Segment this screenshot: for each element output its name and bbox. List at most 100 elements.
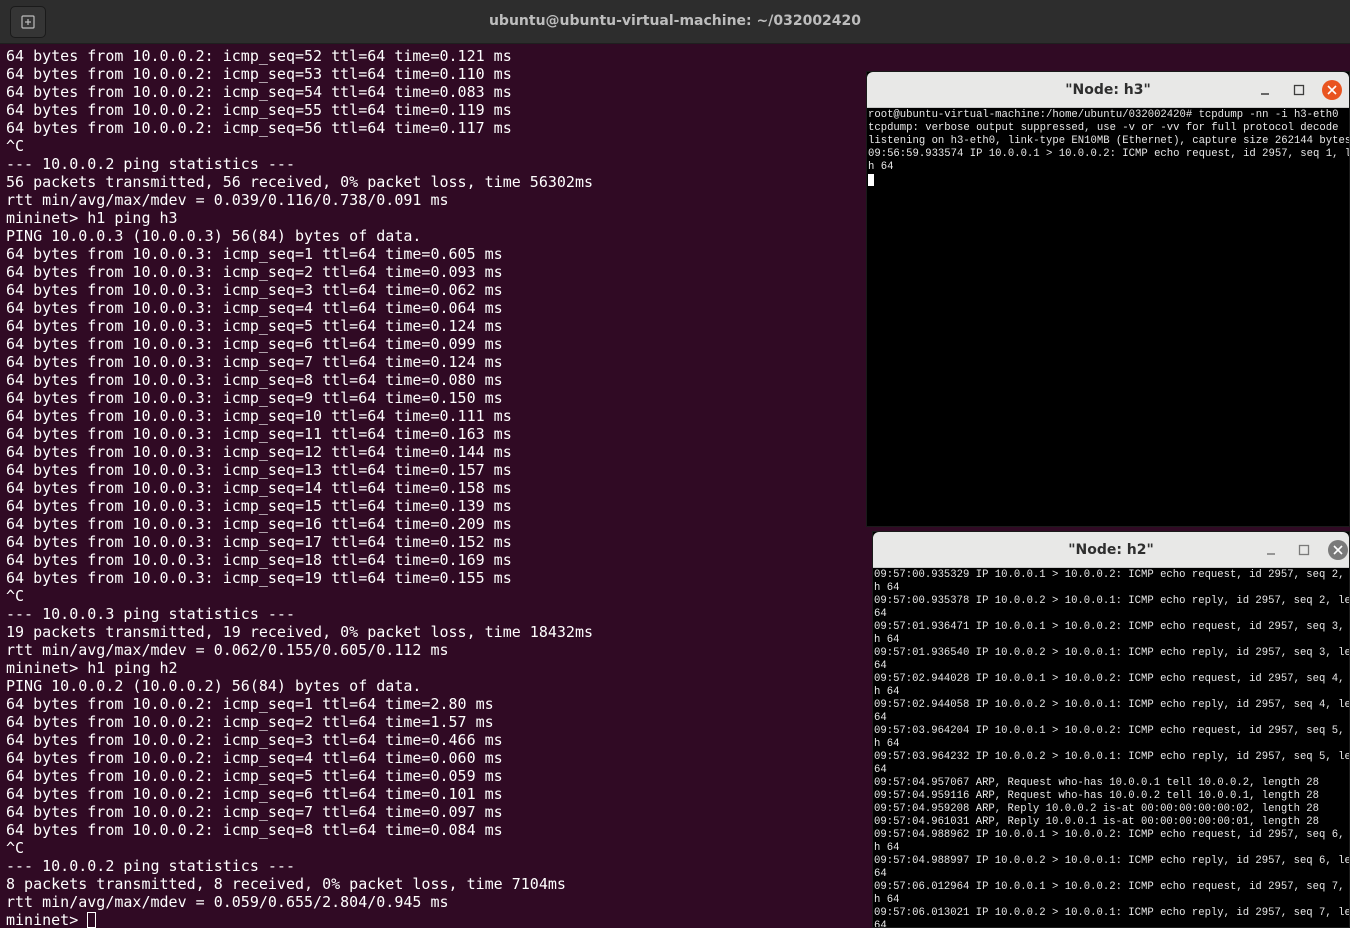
node-h3-output[interactable]: root@ubuntu-virtual-machine:/home/ubuntu… bbox=[867, 109, 1349, 526]
window-title: ubuntu@ubuntu-virtual-machine: ~/0320024… bbox=[488, 13, 862, 29]
terminal-line: 09:57:04.988962 IP 10.0.0.1 > 10.0.0.2: … bbox=[874, 829, 1349, 841]
terminal-line: 64 bytes from 10.0.0.3: icmp_seq=17 ttl=… bbox=[6, 533, 512, 551]
terminal-line: 64 bytes from 10.0.0.3: icmp_seq=4 ttl=6… bbox=[6, 299, 503, 317]
terminal-line: --- 10.0.0.3 ping statistics --- bbox=[6, 605, 295, 623]
terminal-line: 64 bytes from 10.0.0.2: icmp_seq=3 ttl=6… bbox=[6, 731, 503, 749]
terminal-line: 64 bytes from 10.0.0.3: icmp_seq=8 ttl=6… bbox=[6, 371, 503, 389]
cursor-line bbox=[868, 174, 1349, 187]
terminal-line: h 64 bbox=[868, 161, 894, 173]
terminal-line: 64 bytes from 10.0.0.3: icmp_seq=14 ttl=… bbox=[6, 479, 512, 497]
close-button[interactable] bbox=[1328, 540, 1348, 560]
terminal-line: h 64 bbox=[874, 738, 900, 750]
terminal-line: 64 bbox=[874, 920, 887, 927]
terminal-line: 09:57:03.964204 IP 10.0.0.1 > 10.0.0.2: … bbox=[874, 725, 1349, 737]
terminal-line: 09:57:04.988997 IP 10.0.0.2 > 10.0.0.1: … bbox=[874, 855, 1349, 867]
terminal-line: 64 bbox=[874, 608, 887, 620]
minimize-button[interactable] bbox=[1255, 80, 1275, 100]
minimize-icon bbox=[1267, 553, 1275, 555]
terminal-line: rtt min/avg/max/mdev = 0.062/0.155/0.605… bbox=[6, 641, 449, 659]
terminal-line: 64 bytes from 10.0.0.3: icmp_seq=9 ttl=6… bbox=[6, 389, 503, 407]
terminal-line: tcpdump: verbose output suppressed, use … bbox=[868, 122, 1339, 134]
terminal-line: 64 bytes from 10.0.0.3: icmp_seq=16 ttl=… bbox=[6, 515, 512, 533]
terminal-line: 64 bytes from 10.0.0.2: icmp_seq=53 ttl=… bbox=[6, 65, 512, 83]
terminal-line: 64 bytes from 10.0.0.2: icmp_seq=54 ttl=… bbox=[6, 83, 512, 101]
terminal-line: 64 bytes from 10.0.0.3: icmp_seq=1 ttl=6… bbox=[6, 245, 503, 263]
terminal-line: 64 bytes from 10.0.0.3: icmp_seq=5 ttl=6… bbox=[6, 317, 503, 335]
terminal-line: 64 bytes from 10.0.0.3: icmp_seq=13 ttl=… bbox=[6, 461, 512, 479]
node-h2-titlebar[interactable]: "Node: h2" bbox=[873, 532, 1349, 568]
minimize-icon bbox=[1261, 93, 1269, 95]
terminal-line: root@ubuntu-virtual-machine:/home/ubuntu… bbox=[868, 109, 1339, 121]
maximize-button[interactable] bbox=[1294, 540, 1314, 560]
close-icon bbox=[1333, 545, 1343, 555]
terminal-line: --- 10.0.0.2 ping statistics --- bbox=[6, 857, 295, 875]
terminal-line: ^C bbox=[6, 587, 25, 605]
terminal-line: rtt min/avg/max/mdev = 0.039/0.116/0.738… bbox=[6, 191, 449, 209]
prompt-line[interactable]: mininet> bbox=[6, 911, 866, 928]
terminal-line: h 64 bbox=[874, 686, 900, 698]
terminal-line: 09:57:02.944058 IP 10.0.0.2 > 10.0.0.1: … bbox=[874, 699, 1349, 711]
close-icon bbox=[1327, 85, 1337, 95]
terminal-line: 64 bytes from 10.0.0.2: icmp_seq=2 ttl=6… bbox=[6, 713, 494, 731]
terminal-line: 09:57:02.944028 IP 10.0.0.1 > 10.0.0.2: … bbox=[874, 673, 1349, 685]
terminal-line: 09:57:00.935378 IP 10.0.0.2 > 10.0.0.1: … bbox=[874, 595, 1349, 607]
text-cursor bbox=[87, 912, 97, 928]
terminal-line: 64 bytes from 10.0.0.2: icmp_seq=4 ttl=6… bbox=[6, 749, 503, 767]
terminal-line: 09:57:01.936471 IP 10.0.0.1 > 10.0.0.2: … bbox=[874, 621, 1349, 633]
terminal-line: 64 bytes from 10.0.0.3: icmp_seq=7 ttl=6… bbox=[6, 353, 503, 371]
terminal-line: 09:57:01.936540 IP 10.0.0.2 > 10.0.0.1: … bbox=[874, 647, 1349, 659]
node-h2-window: "Node: h2" 09:57:00.935329 IP 10.0.0.1 >… bbox=[872, 531, 1350, 928]
terminal-line: 64 bytes from 10.0.0.2: icmp_seq=7 ttl=6… bbox=[6, 803, 503, 821]
node-h2-output[interactable]: 09:57:00.935329 IP 10.0.0.1 > 10.0.0.2: … bbox=[873, 569, 1349, 927]
terminal-line: 64 bytes from 10.0.0.3: icmp_seq=18 ttl=… bbox=[6, 551, 512, 569]
terminal-line: h 64 bbox=[874, 842, 900, 854]
terminal-line: 09:57:03.964232 IP 10.0.0.2 > 10.0.0.1: … bbox=[874, 751, 1349, 763]
shell-prompt: mininet> bbox=[6, 911, 88, 928]
node-h3-title: "Node: h3" bbox=[1065, 82, 1151, 98]
terminal-line: h 64 bbox=[874, 894, 900, 906]
terminal-line: 09:57:06.012964 IP 10.0.0.1 > 10.0.0.2: … bbox=[874, 881, 1349, 893]
terminal-line: 64 bytes from 10.0.0.3: icmp_seq=10 ttl=… bbox=[6, 407, 512, 425]
terminal-line: 64 bytes from 10.0.0.3: icmp_seq=12 ttl=… bbox=[6, 443, 512, 461]
terminal-line: 64 bytes from 10.0.0.3: icmp_seq=2 ttl=6… bbox=[6, 263, 503, 281]
terminal-line: ^C bbox=[6, 137, 25, 155]
terminal-line: 8 packets transmitted, 8 received, 0% pa… bbox=[6, 875, 566, 893]
terminal-line: 64 bbox=[874, 764, 887, 776]
block-cursor bbox=[868, 174, 874, 186]
node-h3-window: "Node: h3" root@ubuntu-virtual-machine:/… bbox=[866, 71, 1350, 527]
terminal-line: 19 packets transmitted, 19 received, 0% … bbox=[6, 623, 593, 641]
node-h3-titlebar[interactable]: "Node: h3" bbox=[867, 72, 1349, 108]
terminal-line: 64 bytes from 10.0.0.2: icmp_seq=8 ttl=6… bbox=[6, 821, 503, 839]
terminal-line: 64 bytes from 10.0.0.2: icmp_seq=6 ttl=6… bbox=[6, 785, 503, 803]
terminal-line: mininet> h1 ping h3 bbox=[6, 209, 178, 227]
terminal-line: PING 10.0.0.2 (10.0.0.2) 56(84) bytes of… bbox=[6, 677, 422, 695]
terminal-line: h 64 bbox=[874, 634, 900, 646]
terminal-line: 64 bytes from 10.0.0.2: icmp_seq=56 ttl=… bbox=[6, 119, 512, 137]
main-titlebar[interactable]: ubuntu@ubuntu-virtual-machine: ~/0320024… bbox=[0, 0, 1350, 44]
terminal-line: 09:57:04.959116 ARP, Request who-has 10.… bbox=[874, 790, 1320, 802]
terminal-line: 64 bytes from 10.0.0.2: icmp_seq=55 ttl=… bbox=[6, 101, 512, 119]
minimize-button[interactable] bbox=[1261, 540, 1281, 560]
terminal-line: 09:57:04.959208 ARP, Reply 10.0.0.2 is-a… bbox=[874, 803, 1320, 815]
terminal-line: --- 10.0.0.2 ping statistics --- bbox=[6, 155, 295, 173]
terminal-line: rtt min/avg/max/mdev = 0.059/0.655/2.804… bbox=[6, 893, 449, 911]
terminal-line: h 64 bbox=[874, 582, 900, 594]
close-button[interactable] bbox=[1322, 80, 1342, 100]
terminal-line: 64 bytes from 10.0.0.2: icmp_seq=5 ttl=6… bbox=[6, 767, 503, 785]
terminal-line: 09:57:04.961031 ARP, Reply 10.0.0.1 is-a… bbox=[874, 816, 1320, 828]
terminal-output[interactable]: 64 bytes from 10.0.0.2: icmp_seq=52 ttl=… bbox=[6, 47, 866, 928]
terminal-line: PING 10.0.0.3 (10.0.0.3) 56(84) bytes of… bbox=[6, 227, 422, 245]
terminal-line: mininet> h1 ping h2 bbox=[6, 659, 178, 677]
terminal-line: 64 bbox=[874, 712, 887, 724]
terminal-line: 64 bytes from 10.0.0.3: icmp_seq=6 ttl=6… bbox=[6, 335, 503, 353]
terminal-line: listening on h3-eth0, link-type EN10MB (… bbox=[868, 135, 1349, 147]
terminal-line: 64 bytes from 10.0.0.2: icmp_seq=1 ttl=6… bbox=[6, 695, 494, 713]
terminal-line: 64 bytes from 10.0.0.3: icmp_seq=11 ttl=… bbox=[6, 425, 512, 443]
terminal-line: 64 bytes from 10.0.0.3: icmp_seq=3 ttl=6… bbox=[6, 281, 503, 299]
maximize-button[interactable] bbox=[1289, 80, 1309, 100]
maximize-icon bbox=[1293, 84, 1305, 96]
terminal-line: 64 bytes from 10.0.0.3: icmp_seq=19 ttl=… bbox=[6, 569, 512, 587]
terminal-line: 64 bbox=[874, 660, 887, 672]
terminal-line: 09:56:59.933574 IP 10.0.0.1 > 10.0.0.2: … bbox=[868, 148, 1349, 160]
maximize-icon bbox=[1298, 544, 1310, 556]
